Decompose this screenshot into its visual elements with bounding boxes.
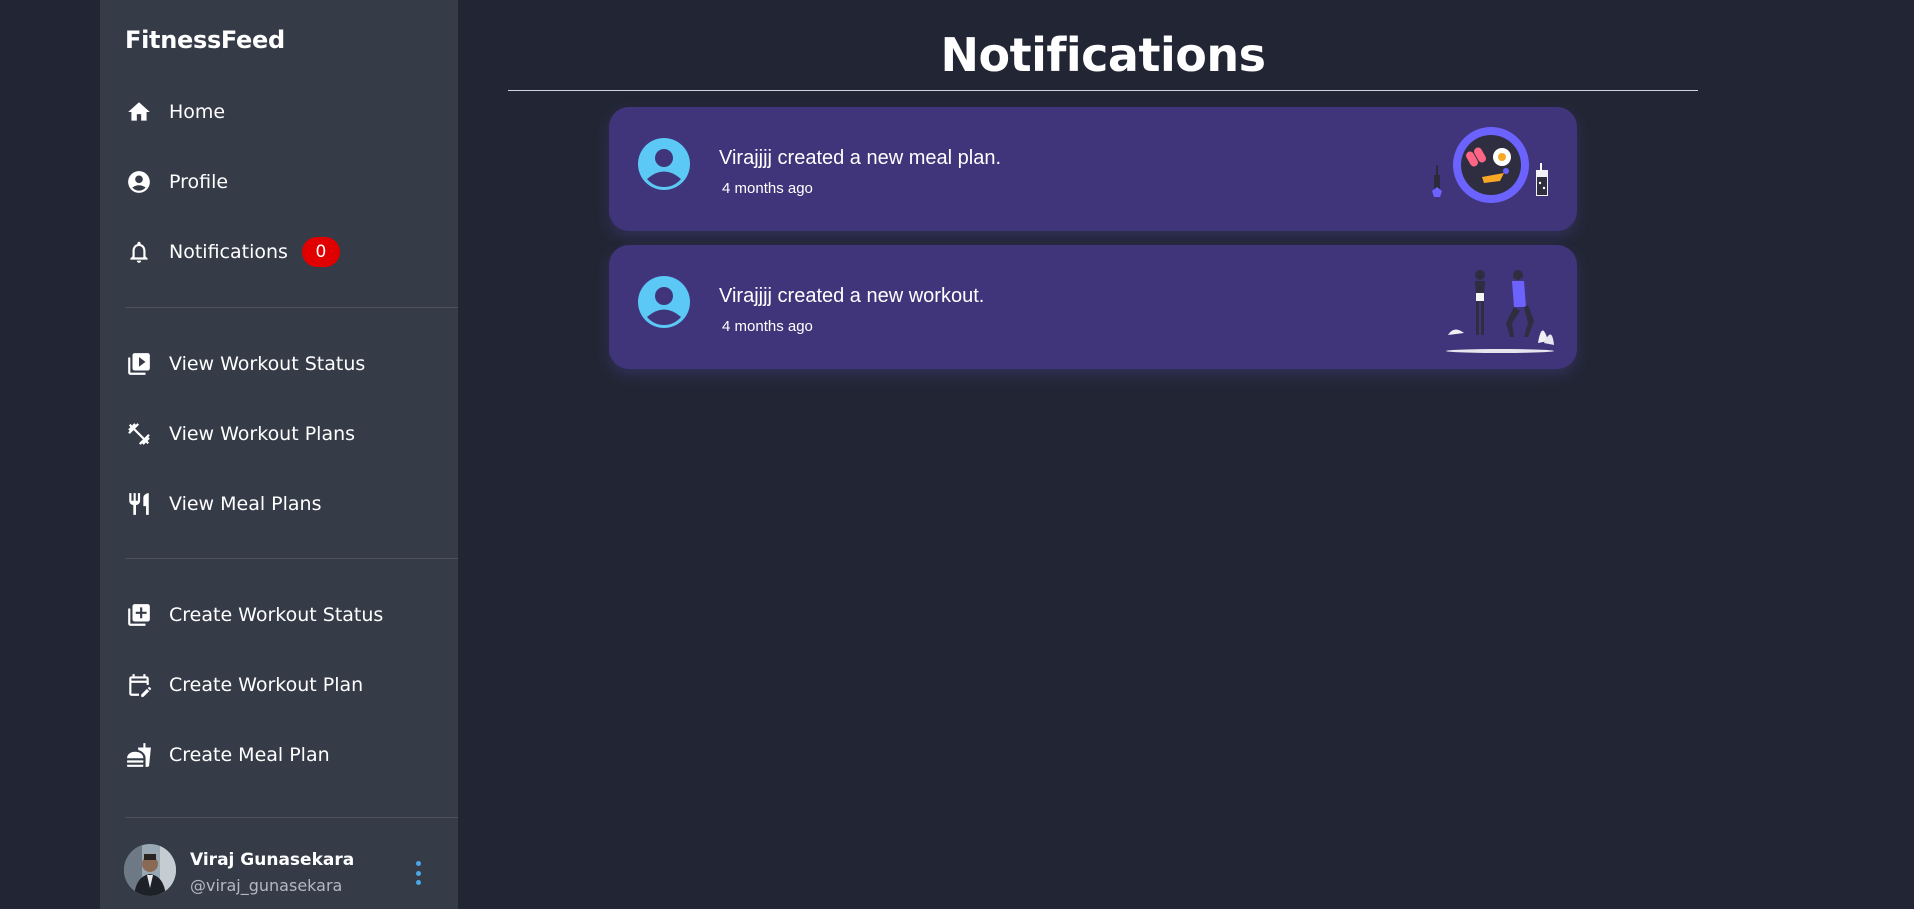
more-vert-icon-dot — [415, 880, 421, 885]
page-title: Notifications — [940, 28, 1266, 82]
fork-knife-icon — [125, 490, 153, 518]
title-divider — [508, 90, 1698, 91]
sidebar-item-profile[interactable]: Profile — [125, 164, 228, 200]
app-logo-text[interactable]: FitnessFeed — [125, 26, 285, 54]
sidebar: FitnessFeed Home Profile Notifications 0… — [100, 0, 458, 909]
user-avatar-icon — [638, 138, 690, 190]
sidebar-item-label: Home — [169, 101, 226, 123]
sidebar-item-view-workout-status[interactable]: View Workout Status — [125, 346, 365, 382]
notification-text: Virajjjj created a new workout. — [719, 285, 985, 307]
more-vert-icon — [415, 861, 421, 866]
video-library-icon — [125, 350, 153, 378]
workout-people-illustration — [1442, 263, 1557, 353]
notification-time: 4 months ago — [722, 318, 813, 335]
add-box-icon — [125, 601, 153, 629]
sidebar-item-label: View Workout Status — [169, 353, 366, 375]
more-vert-icon-dot — [415, 870, 421, 876]
meal-plate-illustration — [1424, 125, 1554, 215]
more-options-button[interactable] — [408, 858, 428, 888]
notification-count-badge: 0 — [301, 237, 340, 267]
sidebar-divider — [125, 558, 458, 559]
home-icon — [125, 98, 153, 126]
sidebar-item-home[interactable]: Home — [125, 94, 225, 130]
user-avatar-icon — [638, 276, 690, 328]
sidebar-item-label: Create Meal Plan — [169, 744, 330, 766]
sidebar-divider — [125, 307, 458, 308]
notification-card[interactable]: Virajjjj created a new meal plan. 4 mont… — [609, 107, 1577, 231]
sidebar-item-notifications[interactable]: Notifications 0 — [125, 234, 340, 270]
sidebar-item-create-meal-plan[interactable]: Create Meal Plan — [125, 737, 330, 773]
sidebar-item-label: Profile — [169, 171, 229, 193]
dumbbell-icon — [125, 420, 153, 448]
fastfood-icon — [125, 741, 153, 769]
user-profile-box: Viraj Gunasekara @viraj_gunasekara — [100, 818, 458, 909]
sidebar-item-label: Create Workout Status — [169, 604, 384, 626]
account-circle-icon — [125, 168, 153, 196]
sidebar-item-label: Create Workout Plan — [169, 674, 364, 696]
notification-card[interactable]: Virajjjj created a new workout. 4 months… — [609, 245, 1577, 369]
sidebar-item-view-meal-plans[interactable]: View Meal Plans — [125, 486, 322, 522]
sidebar-item-label: Notifications — [169, 241, 288, 263]
sidebar-item-label: View Workout Plans — [169, 423, 356, 445]
bell-icon — [125, 238, 153, 266]
sidebar-item-create-workout-plan[interactable]: Create Workout Plan — [125, 667, 363, 703]
user-name: Viraj Gunasekara — [190, 850, 355, 870]
sidebar-item-create-workout-status[interactable]: Create Workout Status — [125, 597, 383, 633]
sidebar-item-view-workout-plans[interactable]: View Workout Plans — [125, 416, 355, 452]
notification-time: 4 months ago — [722, 180, 813, 197]
sidebar-item-label: View Meal Plans — [169, 493, 322, 515]
user-handle: @viraj_gunasekara — [190, 876, 343, 895]
calendar-edit-icon — [125, 671, 153, 699]
avatar[interactable] — [124, 844, 176, 896]
notification-text: Virajjjj created a new meal plan. — [719, 147, 1002, 169]
